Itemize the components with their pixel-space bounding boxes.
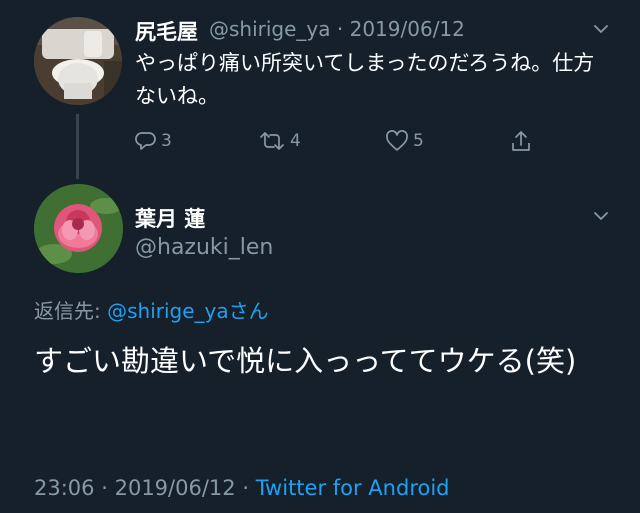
retweet-count: 4 — [290, 131, 301, 151]
display-name[interactable]: 葉月 蓮 — [135, 203, 205, 233]
retweet-button[interactable]: 4 — [258, 128, 301, 154]
reply-count: 3 — [161, 131, 172, 151]
display-name[interactable]: 尻毛屋 — [135, 16, 198, 46]
reply-button[interactable]: 3 — [135, 128, 172, 154]
replying-to-prefix: 返信先: — [34, 299, 108, 323]
avatar-hazuki-len[interactable] — [34, 184, 123, 273]
tweet-source-link[interactable]: Twitter for Android — [256, 476, 450, 500]
tweet-time[interactable]: 23:06 — [34, 476, 95, 500]
separator: · — [101, 476, 108, 500]
handle[interactable]: @hazuki_len — [135, 235, 273, 260]
chevron-down-icon[interactable] — [592, 207, 610, 229]
like-button[interactable]: 5 — [385, 128, 424, 154]
mention-link[interactable]: @shirige_ya — [107, 299, 229, 323]
separator: · — [242, 476, 250, 500]
retweet-icon — [260, 132, 284, 150]
tweet-date[interactable]: 2019/06/12 — [350, 17, 465, 41]
thread-line — [76, 114, 79, 179]
share-icon — [512, 131, 530, 151]
like-count: 5 — [413, 131, 424, 151]
tweet-meta: @shirige_ya · 2019/06/12 — [209, 17, 465, 41]
replying-to: 返信先: @shirige_yaさん — [34, 295, 269, 324]
separator: · — [336, 17, 344, 41]
tweet-date[interactable]: 2019/06/12 — [115, 476, 236, 500]
tweet-footer: 23:06 · 2019/06/12 · Twitter for Android — [34, 476, 450, 500]
tweet-text: やっぱり痛い所突いてしまったのだろうね。仕方ないね。 — [135, 51, 595, 108]
like-icon — [386, 130, 408, 151]
avatar-shirige-ya[interactable] — [34, 17, 122, 105]
share-button[interactable] — [510, 128, 536, 154]
replying-to-suffix: さん — [228, 299, 269, 323]
handle[interactable]: @shirige_ya — [209, 17, 331, 41]
reply-icon — [135, 132, 156, 150]
tweet-text: すごい勘違いで悦に入っっててウケる(笑) — [34, 344, 577, 378]
chevron-down-icon[interactable] — [592, 20, 610, 42]
